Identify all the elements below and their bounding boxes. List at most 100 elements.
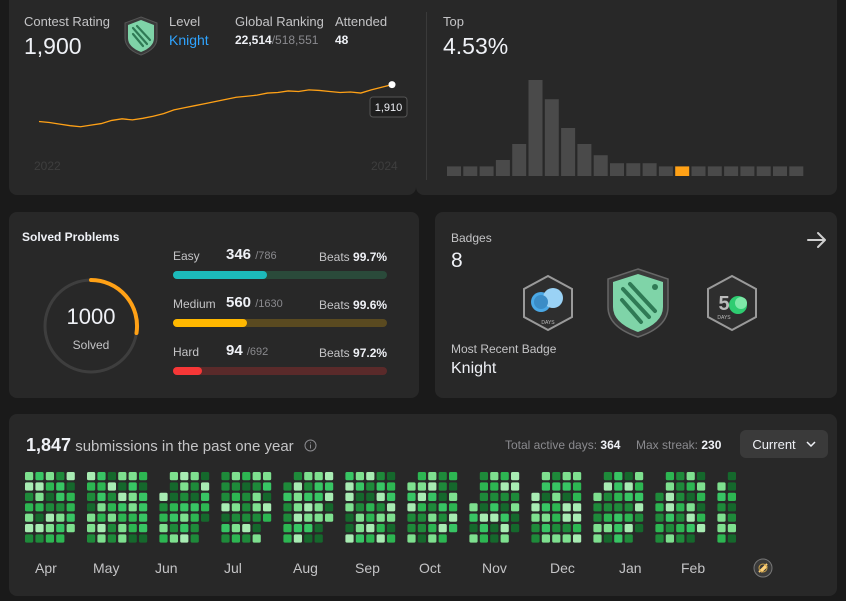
heatmap-cell [727,513,736,522]
fifty-days-badge-icon[interactable]: 5 DAYS [705,274,759,337]
heatmap-cell [180,534,189,543]
heatmap-cell [66,492,75,501]
heatmap-cell [35,534,44,543]
global-ranking-label: Global Ranking [235,14,324,29]
heatmap-cell [252,513,261,522]
days-badge-icon[interactable]: DAYS [521,274,575,337]
heatmap-cell [107,524,116,533]
heatmap-cell [355,482,364,491]
difficulty-bar-fill [173,319,247,327]
rank-histogram[interactable] [442,70,827,178]
heatmap-cell [97,472,106,481]
x-axis-end: 2024 [371,159,398,173]
heatmap-cell [180,513,189,522]
active-days: Total active days: 364 [505,438,620,452]
difficulty-count: 94 /692 [226,342,269,359]
heatmap-cell [221,524,230,533]
heatmap-cell [263,513,272,522]
heatmap-cell [139,482,148,491]
heatmap-cell [345,492,354,501]
submission-heatmap[interactable] [25,472,831,556]
heatmap-cell [449,472,458,481]
heatmap-cell [107,482,116,491]
heatmap-cell [727,492,736,501]
heatmap-cell [717,492,726,501]
heatmap-cell [263,503,272,512]
heatmap-cell [45,472,54,481]
info-icon[interactable] [304,439,317,456]
heatmap-cell [573,503,582,512]
rating-chart[interactable]: 2022 2024 1,910 [9,60,416,180]
heatmap-cell [490,534,499,543]
badges-title: Badges [451,231,492,245]
max-streak: Max streak: 230 [636,438,721,452]
heatmap-cell [242,524,251,533]
heatmap-cell [387,482,396,491]
heatmap-cell [325,503,334,512]
heatmap-cell [231,513,240,522]
heatmap-cell [438,524,447,533]
heatmap-cell [355,503,364,512]
submissions-text: submissions in the past one year [75,438,294,455]
heatmap-cell [479,513,488,522]
heatmap-cell [139,492,148,501]
heatmap-cell [541,513,550,522]
histogram-bar [626,163,641,176]
heatmap-cell [655,492,664,501]
heatmap-cell [479,482,488,491]
heatmap-cell [252,492,261,501]
heatmap-cell [345,534,354,543]
heatmap-cell [201,492,210,501]
heatmap-cell [35,524,44,533]
heatmap-cell [190,534,199,543]
heatmap-cell [201,482,210,491]
streak-badge-icon[interactable] [753,558,773,583]
histogram-bar [691,166,706,176]
heatmap-cell [717,513,726,522]
arrow-right-icon[interactable] [805,228,829,257]
heatmap-cell [107,492,116,501]
heatmap-cell [304,534,313,543]
submissions-count: 1,847 [26,435,72,455]
heatmap-cell [366,503,375,512]
heatmap-cell [314,472,323,481]
heatmap-cell [417,513,426,522]
heatmap-cell [66,472,75,481]
heatmap-cell [697,472,706,481]
difficulty-total: /1630 [255,298,283,310]
submissions-heading: 1,847 submissions in the past one year [26,435,317,456]
heatmap-cell [541,524,550,533]
heatmap-cell [686,503,695,512]
heatmap-cell [190,492,199,501]
heatmap-cell [573,482,582,491]
heatmap-cell [428,513,437,522]
heatmap-cell [118,534,127,543]
year-dropdown[interactable]: Current [740,430,828,458]
histogram-bar [789,166,804,176]
heatmap-cell [449,482,458,491]
heatmap-cell [25,492,34,501]
heatmap-cell [603,482,612,491]
heatmap-cell [128,492,137,501]
difficulty-bar-fill [173,271,268,279]
badges-count: 8 [451,249,463,272]
heatmap-cell [293,472,302,481]
svg-text:DAYS: DAYS [717,315,731,321]
heatmap-cell [511,482,520,491]
heatmap-cell [573,534,582,543]
heatmap-cell [500,482,509,491]
solved-title: Solved Problems [22,230,120,244]
heatmap-cell [573,472,582,481]
heatmap-cell [45,524,54,533]
heatmap-cell [417,492,426,501]
heatmap-cell [479,503,488,512]
top-percentile-card: Top 4.53% [416,0,837,195]
difficulty-bar-track [173,367,387,375]
svg-text:5: 5 [718,293,729,315]
heatmap-cell [169,503,178,512]
heatmap-cell [169,492,178,501]
heatmap-cell [87,503,96,512]
heatmap-cell [479,534,488,543]
knight-badge-large-icon[interactable] [605,267,671,344]
heatmap-cell [35,492,44,501]
